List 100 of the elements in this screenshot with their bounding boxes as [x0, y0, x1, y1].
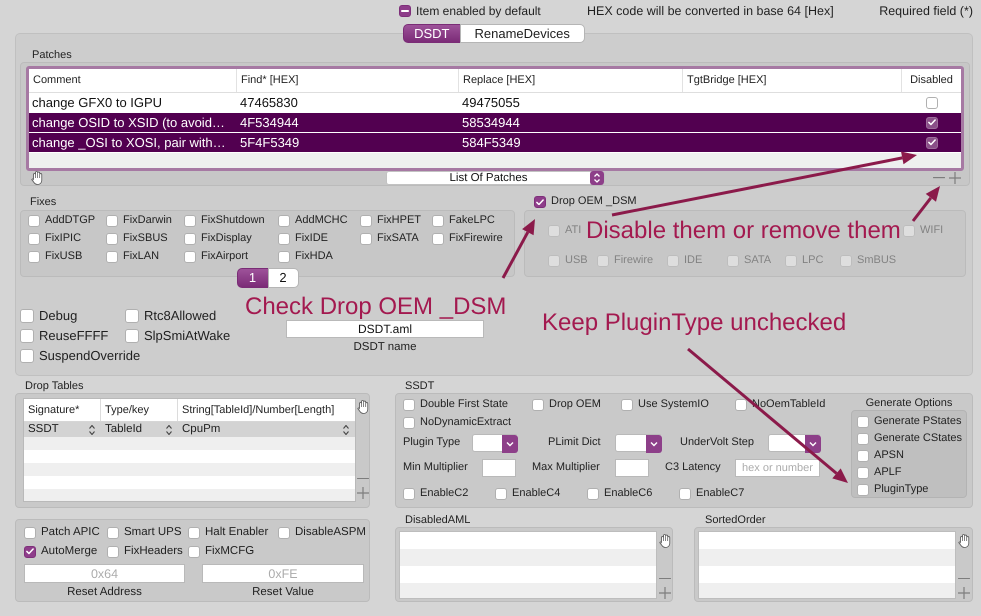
checkbox[interactable] [857, 466, 869, 478]
checkbox[interactable] [735, 399, 747, 411]
checkbox-label: SlpSmiAtWake [144, 328, 230, 344]
checkbox[interactable] [432, 215, 444, 227]
checkbox[interactable] [28, 251, 40, 263]
checkbox-label: FixDarwin [123, 214, 172, 228]
checkbox[interactable] [857, 432, 869, 444]
checkbox-label: ReuseFFFF [39, 328, 108, 344]
checkbox[interactable] [184, 215, 196, 227]
table-row[interactable]: SSDT TableId CpuPm [24, 422, 355, 437]
checkbox[interactable] [432, 233, 444, 245]
checkbox[interactable] [125, 329, 139, 343]
hand-icon[interactable] [357, 400, 369, 414]
table-dropdown-cell[interactable]: CpuPm [178, 422, 355, 437]
checkbox[interactable] [278, 215, 290, 227]
checkbox[interactable] [106, 233, 118, 245]
minus-icon[interactable] [933, 177, 945, 179]
patch-list-dropdown[interactable]: List Of Patches [386, 171, 605, 185]
plus-icon[interactable] [659, 587, 671, 599]
column-header[interactable]: Disabled [902, 69, 961, 92]
column-header[interactable]: Find* [HEX] [237, 69, 459, 92]
checkbox-label: FixHPET [377, 214, 421, 228]
checkbox[interactable] [107, 546, 119, 558]
minus-icon[interactable] [659, 578, 671, 579]
table-dropdown-cell[interactable]: SSDT [24, 422, 101, 437]
minus-icon[interactable] [357, 478, 369, 479]
input-field[interactable]: hex or number [735, 459, 820, 477]
checkbox[interactable] [495, 488, 507, 500]
checkbox[interactable] [534, 196, 546, 208]
checkbox[interactable] [403, 488, 415, 500]
checkbox[interactable] [278, 233, 290, 245]
checkbox[interactable] [532, 399, 544, 411]
checkbox[interactable] [107, 526, 119, 538]
checkbox[interactable] [403, 399, 415, 411]
group-title: SSDT [405, 380, 434, 392]
checkbox-label: FixIPIC [45, 232, 82, 246]
checkbox[interactable] [360, 215, 372, 227]
checkbox[interactable] [188, 546, 200, 558]
checkbox[interactable] [403, 417, 415, 429]
page-button[interactable]: 2 [268, 268, 298, 288]
checkbox[interactable] [360, 233, 372, 245]
checkbox[interactable] [24, 546, 36, 558]
checkbox[interactable] [587, 488, 599, 500]
updown-chevron-icon [343, 424, 349, 434]
checkbox[interactable] [20, 329, 34, 343]
checkbox[interactable] [278, 251, 290, 263]
hand-icon[interactable] [958, 534, 970, 548]
checkbox[interactable] [399, 4, 411, 17]
hand-icon[interactable] [659, 534, 671, 548]
checkbox[interactable] [621, 399, 633, 411]
checkbox[interactable] [20, 349, 34, 363]
checkbox[interactable] [20, 309, 34, 323]
hand-icon[interactable] [31, 171, 43, 185]
checkbox[interactable] [679, 488, 691, 500]
column-header[interactable]: Type/key [101, 399, 178, 421]
input-field[interactable]: 0x64 [24, 564, 185, 583]
checkbox[interactable] [857, 416, 869, 428]
checkbox-label: FixLAN [123, 250, 160, 264]
checkbox[interactable] [106, 251, 118, 263]
dropdown[interactable] [472, 434, 518, 452]
plus-icon[interactable] [357, 487, 369, 499]
input-field[interactable] [482, 459, 516, 477]
plus-icon[interactable] [958, 587, 970, 599]
checkbox[interactable] [106, 215, 118, 227]
checkbox-label: SuspendOverride [39, 348, 140, 364]
column-header[interactable]: Replace [HEX] [459, 69, 683, 92]
dsdt-name-field[interactable]: DSDT.aml [286, 320, 484, 338]
checkbox[interactable] [857, 484, 869, 496]
checkmark-icon [928, 119, 936, 126]
dropdown[interactable] [615, 434, 662, 452]
table-dropdown-cell[interactable]: TableId [101, 422, 178, 437]
checkbox[interactable] [184, 233, 196, 245]
checkbox[interactable] [24, 526, 36, 538]
checkbox[interactable] [28, 233, 40, 245]
column-header[interactable]: String[TableId]/Number[Length] [178, 399, 355, 421]
tab[interactable]: RenameDevices [460, 24, 585, 43]
checkbox[interactable] [184, 251, 196, 263]
checkbox[interactable] [188, 526, 200, 538]
checkbox[interactable] [278, 526, 290, 538]
checkbox[interactable] [125, 309, 139, 323]
input-field[interactable]: 0xFE [202, 564, 364, 583]
page-button[interactable]: 1 [236, 268, 268, 288]
minus-icon[interactable] [958, 578, 970, 579]
column-header[interactable]: Signature* [24, 399, 101, 421]
dropdown[interactable] [768, 434, 821, 452]
plus-icon[interactable] [949, 172, 961, 184]
column-header[interactable]: Comment [29, 69, 237, 92]
annotation-text: Keep PluginType unchecked [542, 311, 846, 335]
table-cell-text: change OSID to XSID (to avoid… [31, 114, 226, 132]
input-field[interactable] [615, 459, 649, 477]
tab[interactable]: DSDT [403, 24, 460, 43]
checkbox-label: SmBUS [857, 254, 896, 268]
checkbox[interactable] [926, 96, 938, 108]
checkbox[interactable] [28, 215, 40, 227]
column-header[interactable]: TgtBridge [HEX] [683, 69, 902, 92]
checkbox[interactable] [857, 450, 869, 462]
checkbox-label: FixUSB [45, 250, 82, 264]
checkbox-label: Generate CStates [874, 432, 962, 446]
field-label: Reset Value [252, 586, 314, 598]
group-title: Patches [32, 49, 72, 61]
